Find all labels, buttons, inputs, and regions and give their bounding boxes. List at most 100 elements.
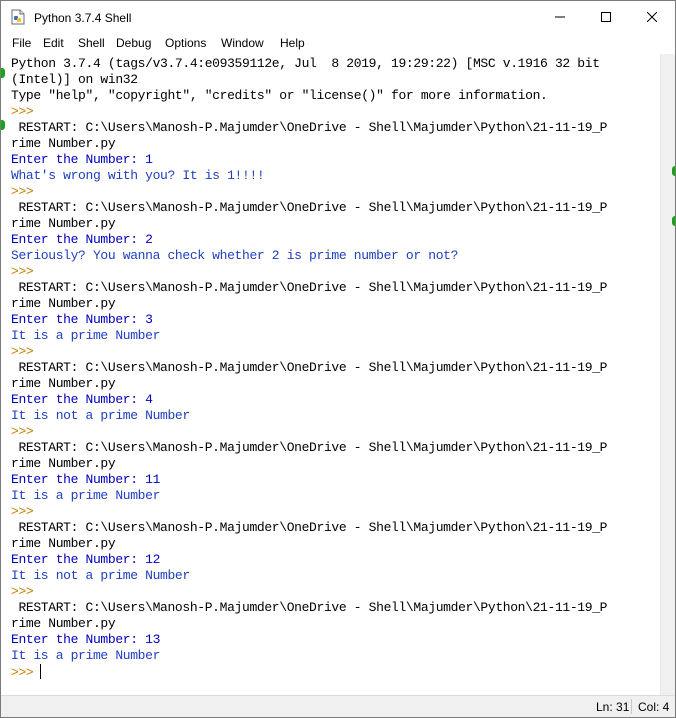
shell-line-text: >>> <box>11 344 34 359</box>
shell-line: What's wrong with you? It is 1!!!! <box>11 168 607 184</box>
shell-line-text: rime Number.py <box>11 616 116 631</box>
shell-line: Python 3.7.4 (tags/v3.7.4:e09359112e, Ju… <box>11 56 607 72</box>
shell-prompt: >>> <box>11 584 607 600</box>
window-title: Python 3.7.4 Shell <box>34 11 132 25</box>
menu-window[interactable]: Window <box>221 36 264 50</box>
shell-line-text: RESTART: C:\Users\Manosh-P.Majumder\OneD… <box>11 200 608 215</box>
shell-line: RESTART: C:\Users\Manosh-P.Majumder\OneD… <box>11 200 607 216</box>
shell-line-text: >>> <box>11 504 34 519</box>
breakpoint-marker <box>1 120 5 130</box>
menu-help[interactable]: Help <box>280 36 305 50</box>
shell-line-text: rime Number.py <box>11 456 116 471</box>
shell-line: RESTART: C:\Users\Manosh-P.Majumder\OneD… <box>11 280 607 296</box>
shell-line: It is not a prime Number <box>11 408 607 424</box>
shell-line: RESTART: C:\Users\Manosh-P.Majumder\OneD… <box>11 120 607 136</box>
shell-line: rime Number.py <box>11 536 607 552</box>
shell-prompt: >>> <box>11 664 607 680</box>
idle-shell-window: Python 3.7.4 Shell File Edit Shell Debug… <box>0 0 676 718</box>
maximize-icon <box>601 11 611 22</box>
scroll-marker <box>672 216 675 226</box>
shell-line-text: Python 3.7.4 (tags/v3.7.4:e09359112e, Ju… <box>11 56 600 71</box>
status-bar: Ln: 31 Col: 4 <box>1 695 675 717</box>
shell-prompt: >>> <box>11 504 607 520</box>
menu-shell[interactable]: Shell <box>78 36 105 50</box>
shell-line: Enter the Number: 1 <box>11 152 607 168</box>
shell-prompt: >>> <box>11 184 607 200</box>
shell-line: RESTART: C:\Users\Manosh-P.Majumder\OneD… <box>11 360 607 376</box>
shell-line-text: >>> <box>11 665 34 680</box>
shell-line-text: (Intel)] on win32 <box>11 72 138 87</box>
shell-line: rime Number.py <box>11 136 607 152</box>
shell-line: rime Number.py <box>11 216 607 232</box>
maximize-button[interactable] <box>583 1 629 32</box>
shell-line: RESTART: C:\Users\Manosh-P.Majumder\OneD… <box>11 520 607 536</box>
shell-line: Seriously? You wanna check whether 2 is … <box>11 248 607 264</box>
shell-output: Python 3.7.4 (tags/v3.7.4:e09359112e, Ju… <box>11 56 607 680</box>
close-button[interactable] <box>629 1 675 32</box>
shell-line: RESTART: C:\Users\Manosh-P.Majumder\OneD… <box>11 440 607 456</box>
shell-line: It is not a prime Number <box>11 568 607 584</box>
shell-line-text: Enter the Number: 2 <box>11 232 153 247</box>
shell-line-text: It is a prime Number <box>11 488 161 503</box>
python-idle-icon <box>11 9 25 25</box>
close-icon <box>647 11 657 22</box>
shell-prompt: >>> <box>11 104 607 120</box>
shell-prompt: >>> <box>11 344 607 360</box>
shell-line-text: >>> <box>11 104 34 119</box>
menu-debug[interactable]: Debug <box>116 36 151 50</box>
shell-line: Enter the Number: 11 <box>11 472 607 488</box>
shell-line-text: Enter the Number: 11 <box>11 472 161 487</box>
menu-file[interactable]: File <box>12 36 31 50</box>
shell-line-text: Type "help", "copyright", "credits" or "… <box>11 88 548 103</box>
menu-bar: File Edit Shell Debug Options Window Hel… <box>1 32 675 54</box>
shell-line-text: Enter the Number: 4 <box>11 392 153 407</box>
shell-text-area[interactable]: Python 3.7.4 (tags/v3.7.4:e09359112e, Ju… <box>1 54 660 695</box>
shell-line: Enter the Number: 13 <box>11 632 607 648</box>
shell-line-text: It is not a prime Number <box>11 568 190 583</box>
shell-line-text: rime Number.py <box>11 296 116 311</box>
shell-prompt: >>> <box>11 424 607 440</box>
scroll-marker <box>672 166 675 176</box>
shell-line-text: Enter the Number: 13 <box>11 632 161 647</box>
status-divider <box>631 699 632 714</box>
shell-line: rime Number.py <box>11 296 607 312</box>
shell-line: It is a prime Number <box>11 488 607 504</box>
menu-options[interactable]: Options <box>165 36 206 50</box>
shell-line: (Intel)] on win32 <box>11 72 607 88</box>
shell-line-text: It is a prime Number <box>11 328 161 343</box>
minimize-button[interactable] <box>537 1 583 32</box>
shell-line-text: rime Number.py <box>11 216 116 231</box>
shell-line-text: >>> <box>11 264 34 279</box>
title-bar[interactable]: Python 3.7.4 Shell <box>1 1 675 32</box>
shell-line: RESTART: C:\Users\Manosh-P.Majumder\OneD… <box>11 600 607 616</box>
text-cursor <box>40 664 42 679</box>
breakpoint-marker <box>1 68 5 78</box>
shell-line-text: rime Number.py <box>11 536 116 551</box>
shell-line: Enter the Number: 12 <box>11 552 607 568</box>
vertical-scrollbar[interactable] <box>660 54 675 695</box>
shell-line: Enter the Number: 3 <box>11 312 607 328</box>
shell-line-text: Enter the Number: 3 <box>11 312 153 327</box>
menu-edit[interactable]: Edit <box>43 36 64 50</box>
shell-line-text: rime Number.py <box>11 376 116 391</box>
shell-line: rime Number.py <box>11 456 607 472</box>
shell-line-text: RESTART: C:\Users\Manosh-P.Majumder\OneD… <box>11 360 608 375</box>
status-line: Ln: 31 <box>596 700 630 714</box>
shell-line: It is a prime Number <box>11 328 607 344</box>
shell-line: Type "help", "copyright", "credits" or "… <box>11 88 607 104</box>
shell-line-text: rime Number.py <box>11 136 116 151</box>
shell-line-text: RESTART: C:\Users\Manosh-P.Majumder\OneD… <box>11 600 608 615</box>
minimize-icon <box>555 16 565 17</box>
status-column: Col: 4 <box>638 700 670 714</box>
shell-line-text: RESTART: C:\Users\Manosh-P.Majumder\OneD… <box>11 440 608 455</box>
shell-line-text: What's wrong with you? It is 1!!!! <box>11 168 265 183</box>
shell-line: It is a prime Number <box>11 648 607 664</box>
shell-line-text: It is not a prime Number <box>11 408 190 423</box>
shell-line: rime Number.py <box>11 616 607 632</box>
shell-prompt: >>> <box>11 264 607 280</box>
shell-line-text: Seriously? You wanna check whether 2 is … <box>11 248 459 263</box>
shell-line-text: Enter the Number: 1 <box>11 152 153 167</box>
shell-line: Enter the Number: 4 <box>11 392 607 408</box>
shell-line-text: RESTART: C:\Users\Manosh-P.Majumder\OneD… <box>11 280 608 295</box>
shell-line-text: >>> <box>11 184 34 199</box>
